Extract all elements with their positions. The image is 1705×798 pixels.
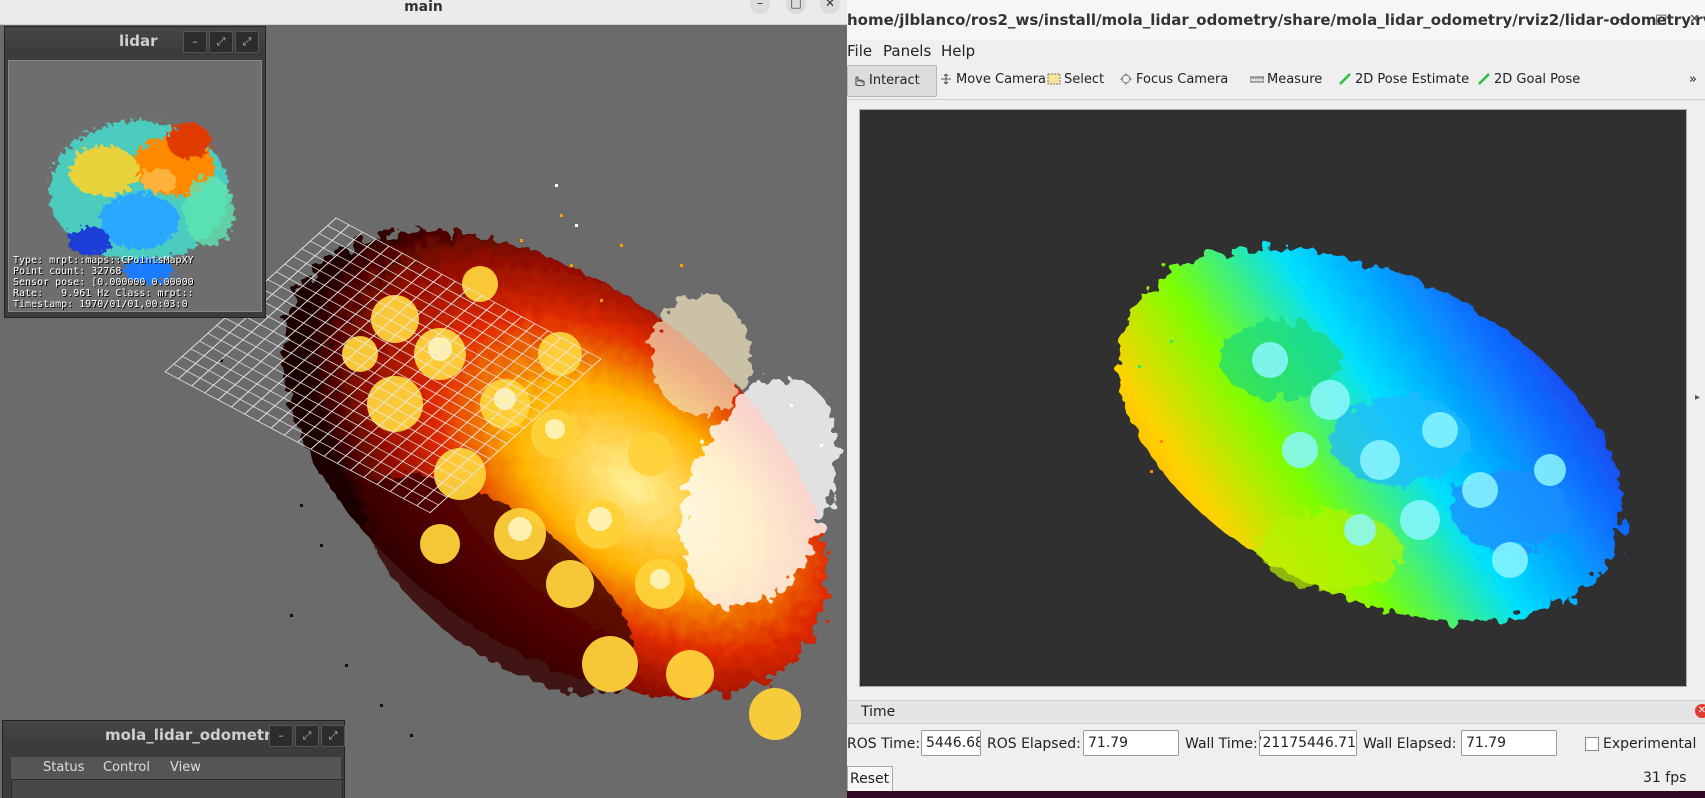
ruler-icon — [1250, 76, 1264, 83]
ros-elapsed-label: ROS Elapsed: — [987, 736, 1081, 752]
wall-time-value: 721175446.71 — [1259, 735, 1356, 751]
background-terminal-strip — [847, 791, 1705, 798]
lidar-restore-button[interactable]: ⤢ — [209, 31, 233, 53]
point-cloud-heatmap — [282, 230, 838, 698]
measure-tool-label: Measure — [1267, 72, 1323, 87]
mola-minimize-button[interactable]: – — [269, 725, 293, 747]
lidar-title: lidar — [119, 32, 158, 50]
rviz-maximize-button[interactable]: □ — [1655, 12, 1667, 27]
hand-pointer-icon — [855, 76, 865, 86]
select-tool-label: Select — [1064, 72, 1105, 87]
pose-estimate-label: 2D Pose Estimate — [1355, 72, 1470, 87]
rviz-3d-view[interactable] — [859, 109, 1687, 687]
ros-elapsed-field[interactable]: 71.79 — [1083, 730, 1179, 756]
main-title-bar[interactable]: main – □ ✕ — [0, 0, 847, 25]
lidar-info-point-count: Point count: 32768 — [13, 266, 122, 277]
tab-control[interactable]: Control — [95, 757, 158, 779]
select-tool[interactable]: Select — [1047, 65, 1104, 95]
lidar-info-sensor-pose: Sensor pose: [0.000000 0.00000 — [13, 277, 194, 288]
lidar-title-bar[interactable]: lidar – ⤢ ⤢ — [5, 27, 265, 55]
move-camera-label: Move Camera — [956, 72, 1047, 87]
experimental-checkbox[interactable] — [1585, 737, 1599, 751]
rviz-toolbar: Interact Move Camera Select Focus Camera… — [847, 63, 1705, 100]
measure-tool[interactable]: Measure — [1250, 65, 1322, 95]
main-window: main – □ ✕ lidar – ⤢ ⤢ Type: mrpt::maps:… — [0, 0, 847, 798]
rviz-menu-bar: File Panels Help — [847, 40, 1705, 62]
pose-estimate-tool[interactable]: 2D Pose Estimate — [1338, 65, 1469, 95]
wall-time-field[interactable]: 721175446.71 — [1259, 730, 1357, 756]
interact-tool[interactable]: Interact — [847, 65, 937, 97]
rviz-title-bar[interactable]: home/jlblanco/ros2_ws/install/mola_lidar… — [847, 0, 1705, 40]
green-arrow-icon — [1339, 73, 1351, 85]
tab-status[interactable]: Status — [35, 757, 92, 779]
goal-pose-label: 2D Goal Pose — [1494, 72, 1581, 87]
time-panel: Time ✕ ROS Time: 5446.68 ROS Elapsed: 71… — [847, 700, 1705, 798]
menu-panels[interactable]: Panels — [883, 42, 931, 60]
mola-maximize-button[interactable]: ⤢ — [321, 725, 345, 747]
select-box-icon — [1047, 73, 1061, 85]
lidar-info-rate: Rate: 9.961 Hz Class: mrpt:: — [13, 288, 194, 299]
lidar-maximize-button[interactable]: ⤢ — [235, 31, 259, 53]
focus-camera-icon — [1120, 73, 1132, 85]
lidar-scan-view[interactable]: Type: mrpt::maps::CPointsMapXY Point coun… — [8, 60, 262, 312]
rviz-minimize-button[interactable]: – — [1617, 12, 1624, 27]
mola-panel-body — [11, 779, 343, 798]
menu-file[interactable]: File — [847, 42, 872, 60]
green-arrow-icon — [1478, 73, 1490, 85]
mola-title-bar[interactable]: mola_lidar_odometry – ⤢ ⤢ — [3, 721, 345, 749]
rviz-close-button[interactable]: ✕ — [1689, 12, 1700, 27]
wall-elapsed-field[interactable]: 71.79 — [1461, 730, 1557, 756]
time-panel-header: Time ✕ — [847, 701, 1705, 724]
rviz-window: home/jlblanco/ros2_ws/install/mola_lidar… — [847, 0, 1705, 798]
ros-time-label: ROS Time: — [847, 736, 921, 752]
time-panel-close-icon[interactable]: ✕ — [1695, 704, 1705, 718]
reset-button[interactable]: Reset — [847, 766, 893, 792]
main-window-title: main — [404, 0, 443, 15]
fps-counter: 31 fps — [1643, 770, 1687, 786]
interact-tool-label: Interact — [869, 73, 920, 88]
rviz-window-title: home/jlblanco/ros2_ws/install/mola_lidar… — [847, 11, 1705, 29]
tab-view[interactable]: View — [162, 757, 209, 779]
focus-camera-tool[interactable]: Focus Camera — [1119, 65, 1228, 95]
time-panel-title: Time — [861, 704, 896, 720]
move-camera-icon — [941, 73, 951, 85]
focus-camera-label: Focus Camera — [1136, 72, 1229, 87]
lidar-info-overlay: Type: mrpt::maps::CPointsMapXY Point coun… — [13, 255, 194, 310]
experimental-label: Experimental — [1603, 736, 1697, 752]
rviz-point-cloud — [1117, 248, 1623, 622]
ros-time-field[interactable]: 5446.68 — [921, 730, 981, 756]
lidar-minimize-button[interactable]: – — [183, 31, 207, 53]
move-camera-tool[interactable]: Move Camera — [939, 65, 1046, 95]
menu-help[interactable]: Help — [941, 42, 975, 60]
wall-time-label: Wall Time: — [1185, 736, 1258, 752]
lidar-info-type: Type: mrpt::maps::CPointsMapXY — [13, 255, 194, 266]
mola-restore-button[interactable]: ⤢ — [295, 725, 319, 747]
mola-lidar-odometry-subwindow: mola_lidar_odometry – ⤢ ⤢ Status Control… — [2, 720, 345, 798]
goal-pose-tool[interactable]: 2D Goal Pose — [1477, 65, 1580, 95]
mola-title: mola_lidar_odometry — [105, 726, 282, 744]
toolbar-overflow-button[interactable]: » — [1689, 65, 1697, 95]
right-dock-toggle-icon[interactable]: ▸ — [1695, 392, 1700, 403]
lidar-info-timestamp: Timestamp: 1970/01/01,00:03:0 — [13, 299, 188, 310]
wall-elapsed-label: Wall Elapsed: — [1363, 736, 1457, 752]
